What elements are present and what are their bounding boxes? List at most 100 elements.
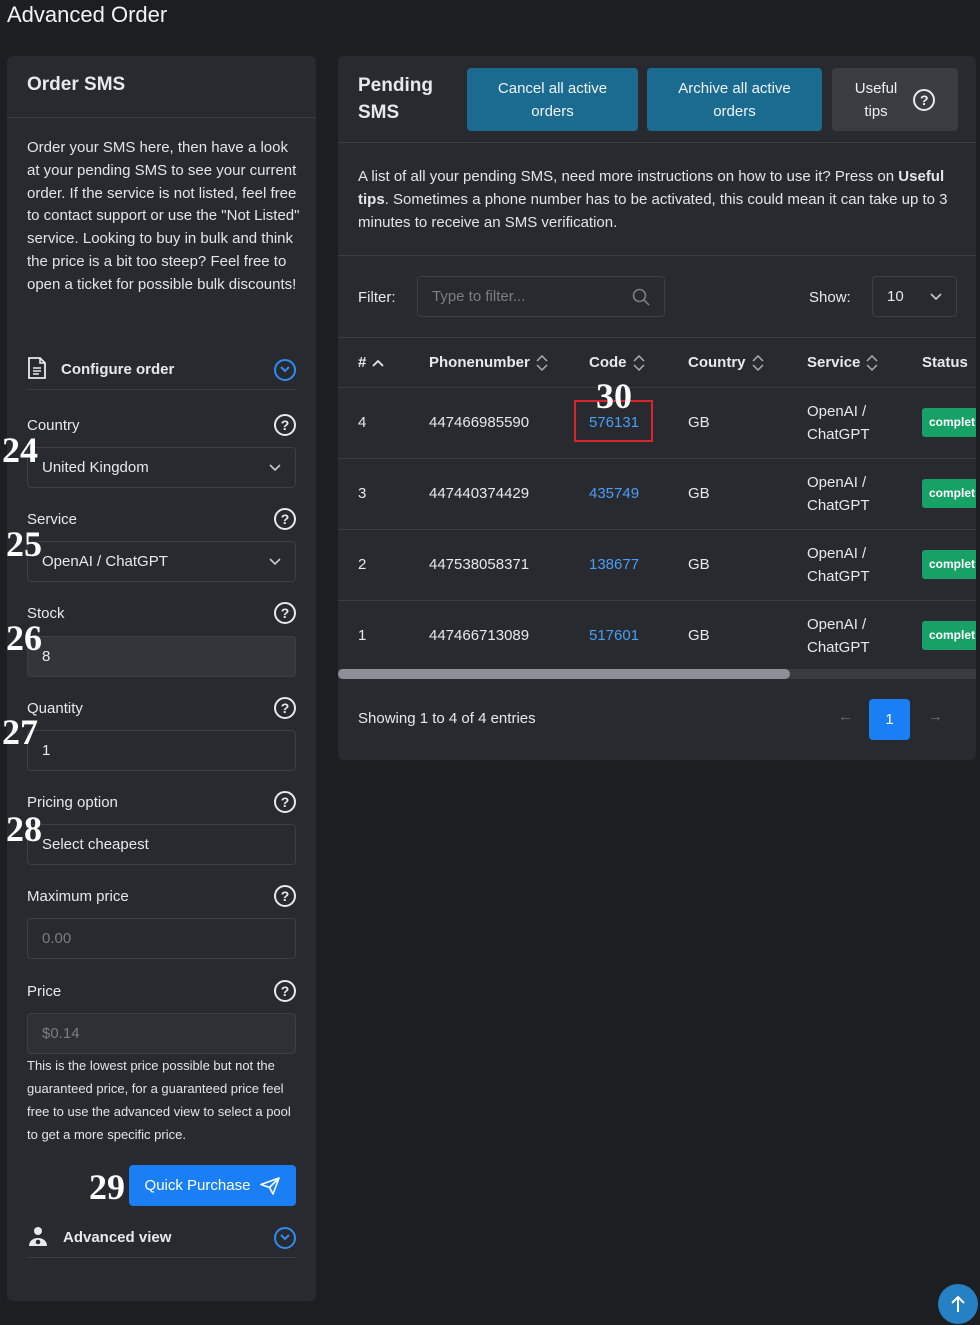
- quantity-field[interactable]: 1: [27, 730, 296, 771]
- send-icon: [260, 1176, 281, 1195]
- column-header-label: Code: [589, 353, 627, 371]
- archive-all-orders-button[interactable]: Archive all active orders: [647, 68, 822, 131]
- filter-input[interactable]: Type to filter...: [417, 276, 665, 317]
- annotation-number: 30: [596, 376, 632, 416]
- quantity-label-row: Quantity ?: [27, 697, 296, 719]
- advanced-view-toggle[interactable]: Advanced view: [27, 1218, 296, 1258]
- cancel-button-line: Cancel all active: [497, 79, 608, 97]
- pricing-option-select[interactable]: Select cheapest: [27, 824, 296, 865]
- help-icon[interactable]: ?: [274, 980, 296, 1002]
- service-label-row: Service ?: [27, 508, 296, 530]
- show-label: Show:: [809, 289, 851, 306]
- table-row: 2 447538058371 138677 GB OpenAI / ChatGPT…: [338, 529, 976, 601]
- chevron-down-icon: [274, 1226, 296, 1249]
- service-value: OpenAI / ChatGPT: [42, 553, 168, 570]
- horizontal-scrollbar[interactable]: [338, 669, 976, 679]
- annotation-number: 26: [6, 618, 42, 658]
- code-link[interactable]: 435749: [589, 485, 639, 502]
- column-header-id[interactable]: #: [338, 338, 429, 388]
- row-phonenumber: 447440374429: [429, 458, 589, 530]
- help-icon[interactable]: ?: [274, 697, 296, 719]
- annotation-number: 25: [6, 524, 42, 564]
- annotation-number: 24: [2, 430, 38, 470]
- row-country: GB: [688, 529, 807, 601]
- help-icon[interactable]: ?: [274, 791, 296, 813]
- entries-info: Showing 1 to 4 of 4 entries: [358, 710, 536, 727]
- service-line: OpenAI /: [807, 544, 867, 562]
- desc-text: A list of all your pending SMS, need mor…: [358, 168, 899, 185]
- next-page-arrow-icon[interactable]: →: [928, 708, 943, 725]
- price-field: $0.14: [27, 1013, 296, 1054]
- chevron-down-icon: [930, 292, 942, 300]
- max-price-field[interactable]: 0.00: [27, 918, 296, 959]
- column-header-label: #: [358, 353, 367, 371]
- tips-button-line: Useful: [854, 79, 898, 97]
- cancel-all-orders-button[interactable]: Cancel all active orders: [467, 68, 638, 131]
- max-price-label-row: Maximum price ?: [27, 885, 296, 907]
- row-service: OpenAI / ChatGPT: [807, 387, 922, 459]
- sort-icon: [751, 354, 764, 371]
- annotation-number: 27: [2, 712, 38, 752]
- price-label-row: Price ?: [27, 980, 296, 1002]
- column-header-label: Country: [688, 353, 746, 371]
- sort-icon: [632, 354, 645, 371]
- help-icon: ?: [913, 88, 936, 111]
- show-entries-select[interactable]: 10: [872, 276, 957, 317]
- column-header-label: Phonenumber: [429, 353, 530, 371]
- stock-field: 8: [27, 636, 296, 677]
- pending-card-title: Pending SMS: [358, 72, 433, 126]
- chevron-down-icon: [269, 463, 281, 471]
- table-row: 3 447440374429 435749 GB OpenAI / ChatGPT…: [338, 458, 976, 530]
- page-button-1[interactable]: 1: [869, 699, 910, 740]
- column-header-country[interactable]: Country: [688, 338, 807, 388]
- column-header-phonenumber[interactable]: Phonenumber: [429, 338, 589, 388]
- filter-label: Filter:: [358, 289, 396, 306]
- scroll-to-top-button[interactable]: [938, 1284, 978, 1324]
- service-line: ChatGPT: [807, 638, 870, 656]
- code-link[interactable]: 138677: [589, 556, 639, 573]
- annotation-number: 29: [89, 1167, 125, 1207]
- document-icon: [27, 356, 47, 383]
- max-price-label: Maximum price: [27, 887, 129, 905]
- row-service: OpenAI / ChatGPT: [807, 529, 922, 601]
- sort-icon: [866, 354, 878, 371]
- row-phonenumber: 447466985590: [429, 387, 589, 459]
- configure-order-toggle[interactable]: Configure order: [27, 350, 296, 390]
- tips-button-line: tips: [864, 102, 888, 120]
- scrollbar-thumb[interactable]: [338, 669, 790, 679]
- service-line: OpenAI /: [807, 402, 867, 420]
- column-header-label: Status: [922, 353, 968, 371]
- help-icon[interactable]: ?: [274, 414, 296, 436]
- sort-asc-icon: [372, 359, 384, 367]
- column-header-label: Service: [807, 353, 861, 371]
- stock-label-row: Stock ?: [27, 602, 296, 624]
- code-link[interactable]: 517601: [589, 627, 639, 644]
- row-service: OpenAI / ChatGPT: [807, 600, 922, 672]
- quick-purchase-button[interactable]: Quick Purchase: [129, 1165, 296, 1206]
- country-label-row: Country ?: [27, 414, 296, 436]
- help-icon[interactable]: ?: [274, 885, 296, 907]
- pricing-label-row: Pricing option ?: [27, 791, 296, 813]
- row-phonenumber: 447466713089: [429, 600, 589, 672]
- previous-page-arrow-icon[interactable]: ←: [838, 708, 853, 725]
- status-badge: complet: [922, 621, 976, 650]
- service-line: ChatGPT: [807, 567, 870, 585]
- table-row: 1 447466713089 517601 GB OpenAI / ChatGPT…: [338, 600, 976, 672]
- help-icon[interactable]: ?: [274, 508, 296, 530]
- column-header-status[interactable]: Status: [922, 338, 976, 388]
- row-id: 2: [338, 529, 429, 601]
- useful-tips-button[interactable]: Useful tips ?: [832, 68, 958, 131]
- row-status: complet: [922, 600, 976, 672]
- row-code: 435749: [589, 458, 688, 530]
- country-value: United Kingdom: [42, 459, 149, 476]
- service-select[interactable]: OpenAI / ChatGPT: [27, 541, 296, 582]
- row-status: complet: [922, 387, 976, 459]
- price-note: This is the lowest price possible but no…: [27, 1058, 291, 1142]
- pending-title-line: SMS: [358, 102, 400, 123]
- country-select[interactable]: United Kingdom: [27, 447, 296, 488]
- help-icon[interactable]: ?: [274, 602, 296, 624]
- column-header-service[interactable]: Service: [807, 338, 922, 388]
- cancel-button-line: orders: [531, 102, 574, 120]
- pending-title-line: Pending: [358, 75, 433, 96]
- row-country: GB: [688, 458, 807, 530]
